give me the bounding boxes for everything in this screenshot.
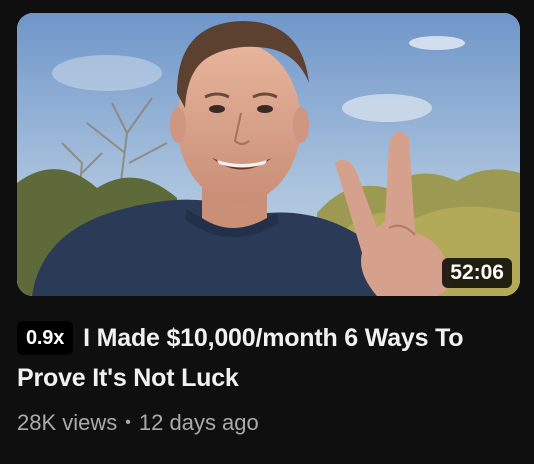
thumbnail-image xyxy=(17,13,520,296)
upload-age: 12 days ago xyxy=(138,410,259,435)
speed-badge: 0.9x xyxy=(17,321,74,355)
metadata-separator: • xyxy=(125,414,131,431)
video-details: 0.9x I Made $10,000/month 6 Ways To Prove… xyxy=(17,318,497,436)
video-metadata: 28K views • 12 days ago xyxy=(17,410,497,436)
video-title[interactable]: 0.9x I Made $10,000/month 6 Ways To Prove… xyxy=(17,318,497,398)
view-count: 28K views xyxy=(17,410,118,435)
duration-badge: 52:06 xyxy=(442,258,512,288)
video-title-text[interactable]: I Made $10,000/month 6 Ways To Prove It'… xyxy=(17,324,464,392)
video-card[interactable]: 52:06 0.9x I Made $10,000/month 6 Ways To… xyxy=(0,0,534,464)
video-thumbnail[interactable]: 52:06 xyxy=(17,13,520,296)
